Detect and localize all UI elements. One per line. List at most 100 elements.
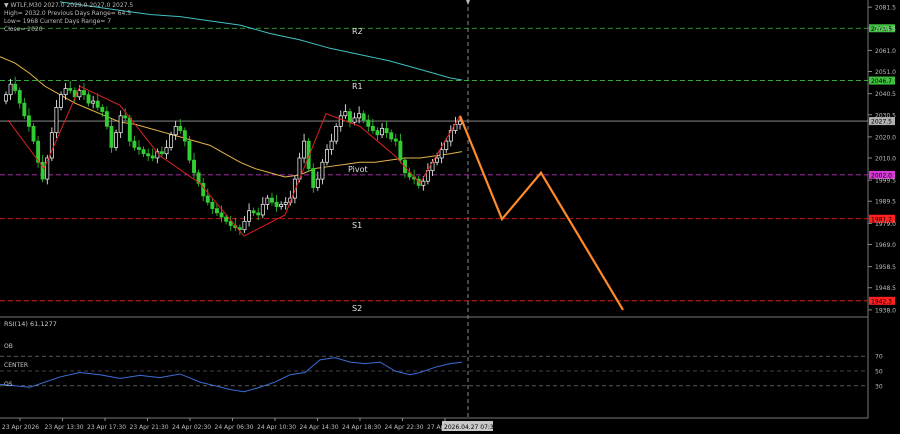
candle-bull: [357, 113, 362, 119]
rsi-os-label: OS: [4, 381, 13, 388]
candle-bull: [91, 100, 96, 104]
candle-bear: [104, 111, 109, 127]
candle-bear: [389, 132, 394, 140]
candle-bear: [219, 212, 224, 218]
candle-bear: [95, 100, 100, 108]
candle-bear: [224, 216, 229, 222]
close-info-line: Close= 2020: [4, 26, 43, 33]
candle-bull: [8, 83, 13, 96]
price-tick-label: 1989.5: [875, 199, 896, 206]
range-info-line: High= 2032.0 Previous Days Range= 64.5: [4, 10, 132, 17]
rsi-tick-label: 70: [875, 354, 883, 361]
rsi-center-label: CENTER: [4, 362, 28, 369]
level-price-tag-text: 2046.7: [871, 78, 892, 85]
candle-bear: [393, 138, 398, 142]
candle-bull: [320, 161, 325, 180]
level-label-r1: R1: [352, 82, 363, 91]
candle-bear: [150, 155, 155, 159]
candle-bear: [384, 128, 389, 134]
candle-bear: [123, 115, 128, 119]
candle-bull: [265, 197, 270, 205]
candle-bear: [361, 113, 366, 121]
candle-bear: [26, 115, 31, 127]
candle-bear: [256, 212, 261, 216]
candle-bull: [54, 107, 59, 134]
candle-bull: [444, 140, 449, 150]
time-tick-label: 24 Apr 06:30: [215, 424, 254, 431]
candle-bull: [59, 94, 63, 108]
price-tick-label: 2030.5: [875, 112, 896, 119]
candle-bull: [458, 120, 462, 125]
candle-bear: [187, 140, 192, 161]
level-label-r2: R2: [352, 27, 363, 36]
low-info-line: Low= 1968 Current Days Range= 7: [4, 18, 112, 25]
candle-bear: [210, 201, 215, 209]
current-price-tag-text: 2027.5: [871, 119, 892, 126]
candle-bear: [270, 197, 274, 203]
price-tick-label: 2020.0: [875, 134, 896, 141]
price-tick-label: 1969.0: [875, 242, 896, 249]
price-tick-label: 1979.0: [875, 221, 896, 228]
candle-bull: [343, 111, 348, 117]
candle-bear: [68, 88, 73, 91]
rsi-tick-label: 50: [875, 369, 883, 376]
candle-bull: [173, 126, 178, 136]
time-tick-label: 24 Apr 14:30: [300, 424, 339, 431]
price-tick-label: 2061.0: [875, 48, 896, 55]
time-tick-label: 24 Apr 18:30: [342, 424, 381, 431]
candle-bull: [118, 115, 123, 134]
candle-bear: [192, 159, 196, 174]
candle-bear: [370, 126, 375, 131]
candle-bull: [114, 132, 119, 148]
symbol-info-line: ▼ WTLF,M30 2027.0 2029.0 2027.0 2027.5: [4, 2, 134, 9]
candle-bear: [347, 111, 352, 123]
time-tick-label: 23 Apr 2026: [2, 424, 39, 431]
candle-bear: [182, 130, 187, 142]
level-label-pivot: Pivot: [348, 165, 368, 174]
candle-bull: [247, 210, 252, 222]
price-tick-label: 1938.0: [875, 307, 896, 314]
candle-bull: [302, 140, 307, 159]
candle-bear: [159, 151, 164, 155]
candle-bull: [421, 180, 426, 186]
candle-bear: [31, 126, 36, 142]
candle-bear: [132, 140, 137, 148]
candle-bear: [22, 102, 27, 117]
candle-bull: [334, 126, 339, 142]
candle-bear: [375, 130, 380, 136]
candle-bear: [100, 107, 105, 112]
price-tick-label: 2040.5: [875, 91, 896, 98]
rsi-label: RSI(14) 61.1277: [4, 320, 57, 328]
price-tick-label: 2010.0: [875, 156, 896, 163]
candle-bear: [178, 126, 183, 131]
price-tick-label: 2081.5: [875, 5, 896, 12]
rsi-tick-label: 30: [875, 383, 883, 390]
candle-bull: [325, 149, 329, 163]
price-tick-label: 2071.5: [875, 26, 896, 33]
level-label-s2: S2: [352, 304, 362, 313]
candle-bear: [146, 153, 151, 157]
candle-bull: [164, 147, 169, 155]
candle-bull: [435, 157, 440, 163]
candle-bull: [4, 94, 8, 102]
time-tick-label: 23 Apr 17:30: [87, 424, 126, 431]
price-chart[interactable]: 2071.52046.72002.01981.21942.32027.5 208…: [0, 0, 900, 434]
candle-bear: [127, 117, 132, 142]
candle-bull: [242, 220, 247, 231]
candle-bear: [86, 94, 91, 104]
time-tick-label: 24 Apr 10:30: [257, 424, 296, 431]
candle-bull: [260, 204, 265, 216]
candle-bear: [137, 147, 141, 150]
candle-bull: [329, 140, 334, 150]
candle-bear: [366, 119, 371, 127]
candle-bull: [63, 88, 68, 96]
candle-bull: [279, 204, 284, 207]
level-price-tag-text: 1942.3: [871, 298, 892, 305]
candle-bull: [439, 149, 444, 159]
candle-bear: [141, 149, 146, 155]
candle-bear: [274, 201, 279, 207]
candle-bull: [283, 201, 288, 205]
candle-bear: [251, 210, 256, 214]
candle-bull: [380, 128, 384, 136]
candle-bull: [315, 178, 320, 188]
